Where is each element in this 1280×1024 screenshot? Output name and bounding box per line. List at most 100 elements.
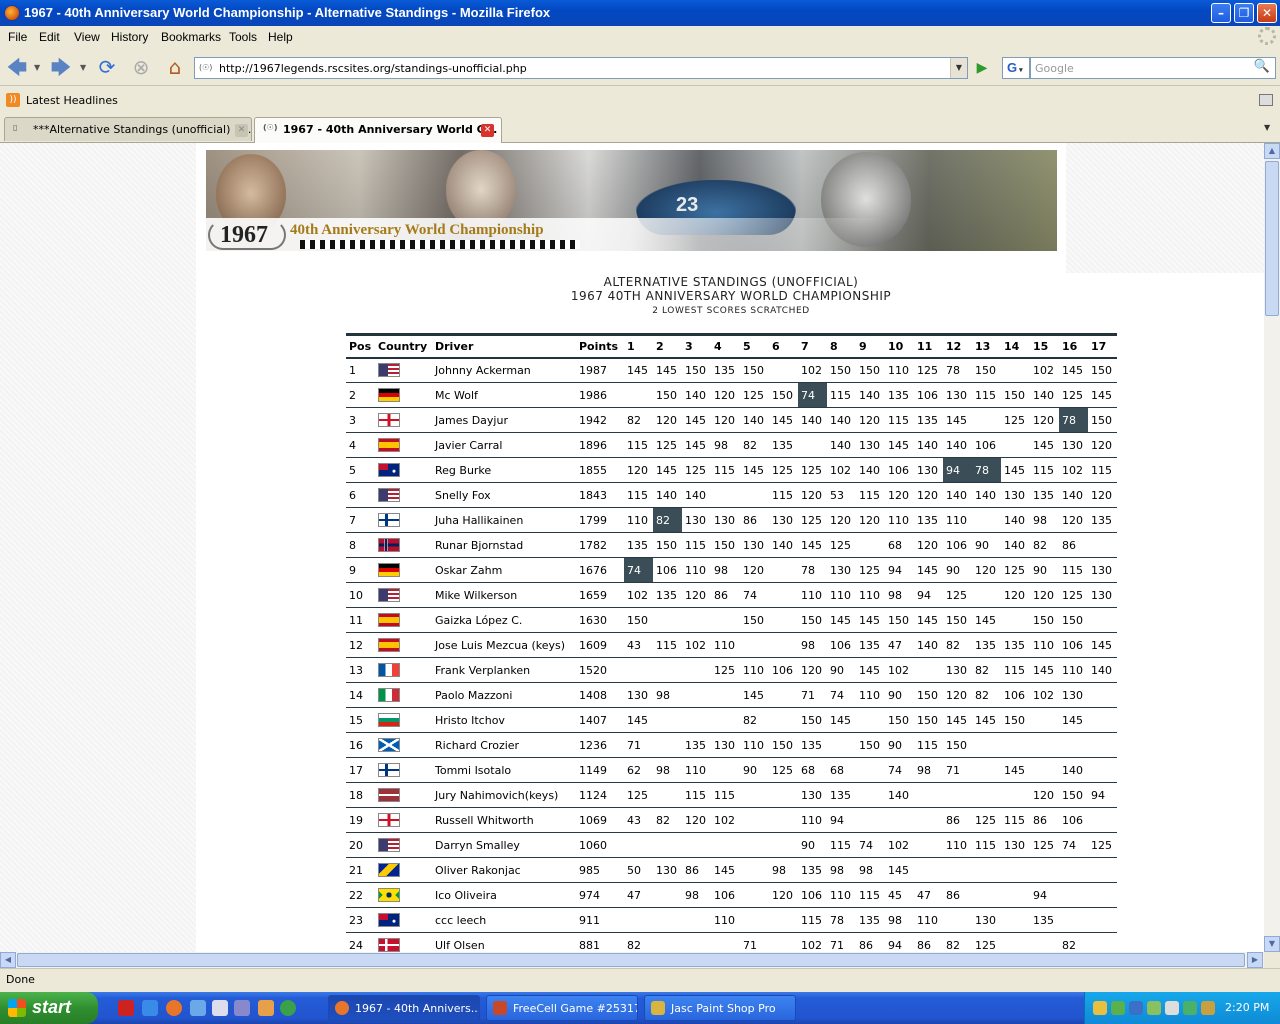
race-score-cell: 140 (1030, 382, 1059, 408)
ie-icon[interactable] (142, 1000, 158, 1016)
table-row: 1 Johnny Ackerman 1987 145 145 150 135 150 102 15… (346, 357, 1117, 383)
firefox-quicklaunch-icon[interactable] (166, 1000, 182, 1016)
race-score-cell: 86 (856, 932, 885, 952)
race-score-cell (653, 657, 682, 683)
country-cell (375, 607, 432, 633)
menu-edit[interactable]: Edit (39, 30, 60, 44)
scroll-thumb[interactable] (17, 953, 1245, 967)
flag-finland-icon (378, 513, 400, 527)
forward-icon[interactable]: 🡆 (48, 55, 74, 79)
go-icon[interactable]: ▶ (972, 58, 992, 78)
tab-close-icon[interactable]: ✕ (481, 124, 494, 137)
forward-dropdown-icon[interactable]: ▼ (80, 63, 86, 72)
race-score-cell: 140 (856, 382, 885, 408)
tab-list-icon[interactable]: ▼ (1264, 123, 1270, 132)
task-firefox[interactable]: 1967 - 40th Annivers... (328, 995, 480, 1021)
race-score-cell: 120 (1030, 407, 1059, 433)
tab-alternative-standings[interactable]: ▯ ***Alternative Standings (unofficial) … (4, 117, 252, 141)
table-row: 19 Russell Whitworth 1069 43 82 120 102 110 94 86… (346, 807, 1117, 833)
quicklaunch-app-icon[interactable] (212, 1000, 228, 1016)
race-score-cell (740, 632, 769, 658)
race-score-cell: 140 (653, 482, 682, 508)
horizontal-scrollbar[interactable]: ◀ ▶ (0, 952, 1264, 968)
search-engine-button[interactable]: G ▾ (1002, 57, 1030, 79)
task-paint-shop-pro[interactable]: Jasc Paint Shop Pro (644, 995, 796, 1021)
flag-england-icon (378, 413, 400, 427)
tray-icon[interactable] (1183, 1001, 1197, 1015)
tab-close-icon[interactable]: ✕ (235, 124, 248, 137)
stop-icon[interactable]: ⊗ (128, 55, 154, 79)
race-score-cell: 150 (856, 732, 885, 758)
quicklaunch-app-icon[interactable] (118, 1000, 134, 1016)
scroll-down-icon[interactable]: ▼ (1264, 936, 1280, 952)
race-score-cell: 74 (740, 582, 769, 608)
menu-file[interactable]: File (8, 30, 27, 44)
race-score-cell: 130 (1001, 832, 1030, 858)
race-score-cell: 145 (885, 857, 914, 883)
url-dropdown-icon[interactable]: ▼ (950, 58, 967, 78)
scroll-thumb[interactable] (1265, 161, 1279, 316)
title-bar: 1967 - 40th Anniversary World Championsh… (0, 0, 1280, 26)
menu-view[interactable]: View (74, 30, 100, 44)
race-score-cell: 120 (624, 457, 653, 483)
quicklaunch-app-icon[interactable] (280, 1000, 296, 1016)
column-header: 10 (885, 334, 914, 359)
race-score-cell (972, 782, 1001, 808)
page-title: ALTERNATIVE STANDINGS (UNOFFICIAL) 1967 … (206, 275, 1256, 303)
points-cell: 1407 (576, 707, 624, 733)
home-icon[interactable]: ⌂ (162, 55, 188, 79)
driver-cell: Ico Oliveira (432, 882, 576, 908)
points-cell: 1659 (576, 582, 624, 608)
tray-icon[interactable] (1165, 1001, 1179, 1015)
tray-icon[interactable] (1129, 1001, 1143, 1015)
scroll-right-icon[interactable]: ▶ (1247, 952, 1263, 968)
race-score-cell: 130 (711, 507, 740, 533)
scroll-left-icon[interactable]: ◀ (0, 952, 16, 968)
start-button[interactable]: start (0, 992, 98, 1024)
race-score-cell: 125 (972, 807, 1001, 833)
tab-document-icon: ▯ (13, 123, 18, 132)
flag-australia-icon (378, 463, 400, 477)
reload-icon[interactable]: ⟳ (94, 55, 120, 79)
menu-help[interactable]: Help (268, 30, 293, 44)
back-icon[interactable]: 🡄 (4, 55, 30, 79)
minimize-button[interactable]: – (1211, 3, 1231, 23)
url-bar[interactable]: (☉) http://1967legends.rscsites.org/stan… (194, 57, 968, 79)
quicklaunch-app-icon[interactable] (190, 1000, 206, 1016)
url-text: http://1967legends.rscsites.org/standing… (219, 62, 527, 75)
menu-tools[interactable]: Tools (229, 30, 257, 44)
tray-icon[interactable] (1201, 1001, 1215, 1015)
race-score-cell: 86 (1059, 532, 1088, 558)
race-score-cell (769, 557, 798, 583)
quicklaunch-app-icon[interactable] (234, 1000, 250, 1016)
tray-icon[interactable] (1093, 1001, 1107, 1015)
vertical-scrollbar[interactable]: ▲ ▼ (1264, 143, 1280, 952)
race-score-cell: 120 (1059, 507, 1088, 533)
menu-history[interactable]: History (111, 30, 148, 44)
bookmark-latest-headlines[interactable]: Latest Headlines (26, 94, 118, 107)
search-icon[interactable]: 🔍 (1252, 59, 1272, 77)
race-score-cell: 150 (740, 357, 769, 383)
search-input[interactable]: Google (1030, 57, 1276, 79)
tray-icon[interactable] (1147, 1001, 1161, 1015)
flag-usa-icon (378, 588, 400, 602)
quicklaunch-app-icon[interactable] (258, 1000, 274, 1016)
scroll-up-icon[interactable]: ▲ (1264, 143, 1280, 159)
menu-bookmarks[interactable]: Bookmarks (161, 30, 221, 44)
race-score-cell: 120 (885, 482, 914, 508)
position-cell: 5 (346, 457, 375, 483)
race-score-cell: 115 (972, 832, 1001, 858)
race-score-cell: 125 (914, 357, 943, 383)
tab-1967-anniversary[interactable]: (☉) 1967 - 40th Anniversary World C... ✕ (254, 117, 502, 143)
points-cell: 1236 (576, 732, 624, 758)
race-score-cell: 140 (682, 382, 711, 408)
maximize-button[interactable]: ❐ (1234, 3, 1254, 23)
flag-norway-icon (378, 538, 400, 552)
print-icon[interactable] (1259, 94, 1273, 106)
race-score-cell: 98 (769, 857, 798, 883)
tray-icon[interactable] (1111, 1001, 1125, 1015)
close-button[interactable]: ✕ (1257, 3, 1277, 23)
race-score-cell: 71 (740, 932, 769, 952)
task-freecell[interactable]: FreeCell Game #25317 (486, 995, 638, 1021)
back-dropdown-icon[interactable]: ▼ (34, 63, 40, 72)
